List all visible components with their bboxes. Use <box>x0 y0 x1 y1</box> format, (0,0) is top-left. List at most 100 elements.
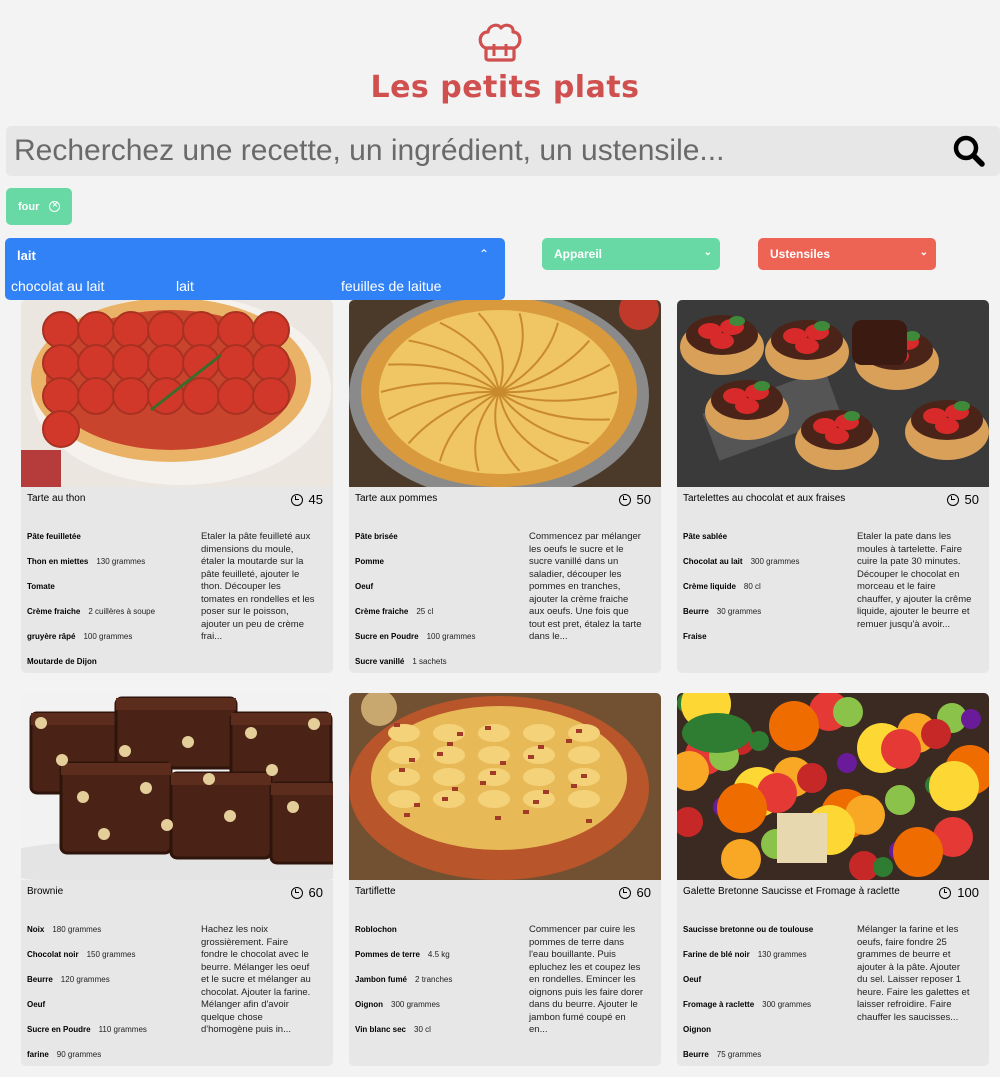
ingredient-name: Jambon fumé <box>355 975 408 984</box>
recipe-time-value: 60 <box>308 885 323 900</box>
recipe-time: 50 <box>946 492 979 507</box>
ingredient-name: Oeuf <box>355 582 374 591</box>
ingredient-name: Noix <box>27 925 45 934</box>
ingredient-item: Saucisse bretonne ou de toulouse <box>683 925 821 934</box>
ingredient-name: Crème fraiche <box>27 607 81 616</box>
recipe-title: Tarte aux pommes <box>355 493 438 504</box>
ingredients-dropdown[interactable]: lait ⌃ chocolat au lait lait feuilles de… <box>5 238 505 300</box>
ingredient-name: Farine de blé noir <box>683 950 750 959</box>
ustensiles-dropdown-label: Ustensiles <box>770 247 831 261</box>
ingredient-name: Pâte brisée <box>355 532 398 541</box>
clock-icon <box>290 493 303 506</box>
ingredient-quantity: 300 grammes <box>750 557 800 566</box>
recipe-time: 100 <box>939 885 979 900</box>
recipe-card[interactable]: Tarte au thon 45 Pâte feuilletée Thon en … <box>21 300 333 673</box>
ingredient-item: Sucre en Poudre 100 grammes <box>355 632 476 641</box>
recipe-card[interactable]: Tartiflette 60 Roblochon Pommes de terre 4… <box>349 693 661 1066</box>
ingredient-item: Roblochon <box>355 925 405 934</box>
ingredients-dropdown-value[interactable]: lait <box>17 248 36 263</box>
ingredient-name: Pommes de terre <box>355 950 420 959</box>
recipe-time: 60 <box>290 885 323 900</box>
ingredient-item: Pomme <box>355 557 392 566</box>
ingredient-item: Sucre vanillé 1 sachets <box>355 657 447 666</box>
clock-icon <box>618 886 631 899</box>
ingredient-quantity: 100 grammes <box>83 632 133 641</box>
recipe-card[interactable]: Tarte aux pommes 50 Pâte brisée Pomme Oeuf… <box>349 300 661 673</box>
ingredient-quantity: 25 cl <box>416 607 434 616</box>
ingredient-quantity: 30 cl <box>414 1025 431 1034</box>
recipe-description: Mélanger la farine et les oeufs, faire f… <box>857 924 970 1023</box>
ingredient-name: Chocolat au lait <box>683 557 743 566</box>
ingredient-item: Tomate <box>27 582 63 591</box>
ingredient-name: Beurre <box>27 975 53 984</box>
recipe-time-value: 100 <box>957 885 979 900</box>
ingredient-option[interactable]: chocolat au lait <box>11 278 104 294</box>
clock-icon <box>618 493 631 506</box>
recipe-time: 60 <box>618 885 651 900</box>
ingredient-quantity: 150 grammes <box>86 950 136 959</box>
ingredient-name: Fromage à raclette <box>683 1000 755 1009</box>
ingredient-name: Pomme <box>355 557 384 566</box>
recipe-time-value: 50 <box>636 492 651 507</box>
ingredient-item: Pâte brisée <box>355 532 406 541</box>
ingredient-quantity: 2 tranches <box>415 975 453 984</box>
ingredient-name: Saucisse bretonne ou de toulouse <box>683 925 814 934</box>
ingredient-item: Sucre en Poudre 110 grammes <box>27 1025 147 1034</box>
ingredient-item: Beurre 120 grammes <box>27 975 110 984</box>
search-icon <box>953 135 985 167</box>
recipe-description: Etaler la pâte feuilleté aux dimensions … <box>201 531 315 642</box>
ingredient-name: Moutarde de Dijon <box>27 657 97 666</box>
ingredient-name: Sucre en Poudre <box>27 1025 91 1034</box>
search-input[interactable] <box>14 126 944 176</box>
recipe-description: Etaler la pate dans les moules à tartele… <box>857 531 972 630</box>
ingredient-item: Oeuf <box>27 1000 53 1009</box>
search-bar <box>6 126 1000 176</box>
site-title: Les petits plats <box>370 70 640 105</box>
recipe-card[interactable]: Tartelettes au chocolat et aux fraises 5… <box>677 300 989 673</box>
chef-hat-logo <box>0 22 1000 64</box>
ustensiles-dropdown[interactable]: Ustensiles ⌄ <box>758 238 936 270</box>
ingredient-name: Pâte sablée <box>683 532 728 541</box>
ingredient-name: Sucre vanillé <box>355 657 405 666</box>
ingredient-item: Chocolat au lait 300 grammes <box>683 557 799 566</box>
ingredient-quantity: 4.5 kg <box>427 950 450 959</box>
ingredient-item: Jambon fumé 2 tranches <box>355 975 452 984</box>
ingredient-item: Chocolat noir 150 grammes <box>27 950 135 959</box>
recipe-title: Brownie <box>27 886 64 897</box>
close-icon[interactable]: ✕ <box>49 201 61 212</box>
ingredient-option[interactable]: lait <box>176 278 194 294</box>
chevron-up-icon[interactable]: ⌃ <box>479 247 489 261</box>
ingredient-item: Beurre 75 grammes <box>683 1050 761 1059</box>
ingredient-item: Fromage à raclette 300 grammes <box>683 1000 811 1009</box>
ingredient-name: Tomate <box>27 582 55 591</box>
recipe-image <box>21 693 333 880</box>
ingredient-name: Beurre <box>683 1050 709 1059</box>
ingredient-quantity: 130 grammes <box>757 950 807 959</box>
search-button[interactable] <box>950 133 990 169</box>
ingredient-quantity: 130 grammes <box>96 557 146 566</box>
recipe-image <box>349 300 661 487</box>
ingredient-quantity: 2 cuillères à soupe <box>88 607 156 616</box>
ingredient-quantity: 100 grammes <box>426 632 476 641</box>
ingredient-item: Pâte feuilletée <box>27 532 89 541</box>
recipe-time-value: 45 <box>308 492 323 507</box>
selected-tag-four: four ✕ <box>6 188 72 225</box>
recipe-time-value: 60 <box>636 885 651 900</box>
recipe-title: Galette Bretonne Saucisse et Fromage à r… <box>683 886 900 897</box>
ingredient-quantity: 30 grammes <box>716 607 762 616</box>
tag-label: four <box>18 200 40 213</box>
ingredient-item: farine 90 grammes <box>27 1050 101 1059</box>
chevron-down-icon: ⌄ <box>703 247 712 258</box>
ingredient-quantity: 300 grammes <box>762 1000 812 1009</box>
recipe-title: Tarte au thon <box>27 493 86 504</box>
ingredient-item: Oignon <box>683 1025 719 1034</box>
ingredient-name: Oignon <box>355 1000 383 1009</box>
ingredient-name: Oeuf <box>27 1000 46 1009</box>
chef-hat-icon <box>478 23 522 62</box>
ingredient-option[interactable]: feuilles de laitue <box>341 278 441 294</box>
appareil-dropdown[interactable]: Appareil ⌄ <box>542 238 720 270</box>
recipe-card[interactable]: Galette Bretonne Saucisse et Fromage à r… <box>677 693 989 1066</box>
ingredient-quantity: 90 grammes <box>56 1050 102 1059</box>
recipe-card[interactable]: Brownie 60 Noix 180 grammes Chocolat noir 1… <box>21 693 333 1066</box>
ingredient-item: gruyère râpé 100 grammes <box>27 632 132 641</box>
